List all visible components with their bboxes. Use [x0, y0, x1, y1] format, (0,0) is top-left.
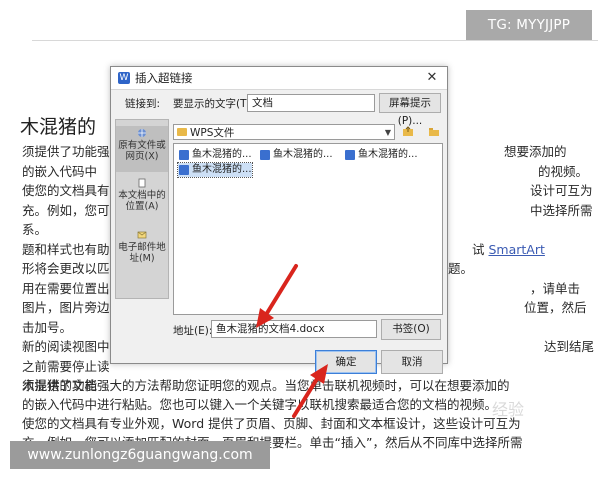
body-text: 试: [472, 241, 485, 257]
body-line: 中选择所需: [530, 202, 593, 218]
folder-name: WPS文件: [190, 127, 235, 139]
body-line: 想要添加的: [504, 144, 567, 159]
document-heading: 木混猪的: [20, 116, 97, 138]
link-to-label: 链接到:: [125, 98, 161, 110]
corner-watermark: 经验: [492, 400, 525, 419]
folder-icon: [177, 128, 187, 136]
screen-tip-button[interactable]: 屏幕提示(P)...: [379, 93, 441, 127]
wps-app-icon: W: [118, 72, 130, 84]
smartart-link[interactable]: SmartArt: [489, 242, 545, 257]
file-item-selected[interactable]: 鱼木混猪的...: [177, 162, 253, 178]
address-label: 地址(E):: [173, 325, 213, 337]
body-line: ，请单击: [530, 280, 581, 296]
body-line: 的视频。: [538, 163, 589, 179]
mail-icon: [137, 231, 147, 239]
file-item[interactable]: 鱼木混猪的...: [178, 148, 252, 162]
word-file-icon: [260, 150, 270, 160]
display-text-label: 要显示的文字(T):: [173, 98, 255, 110]
bookmark-button[interactable]: 书签(O): [381, 319, 441, 340]
document-icon: [138, 178, 146, 188]
body-line: 设计可互为: [530, 183, 593, 198]
body-line: 达到结尾: [544, 339, 595, 354]
nav-existing-file[interactable]: 原有文件或网页(X): [116, 126, 168, 172]
chevron-down-icon: ▼: [384, 128, 391, 137]
file-name: 鱼木混猪的...: [273, 149, 333, 160]
nav-existing-file-label: 原有文件或网页(X): [118, 140, 166, 162]
word-file-icon: [345, 150, 355, 160]
link-target-panel: 原有文件或网页(X) 本文档中的位置(A) 电子邮件地址(M): [115, 119, 169, 299]
arrow-to-address-icon: [256, 264, 298, 328]
document-body-right: 想要添加的 的视频。 设计可互为 中选择所需 试 SmartArt 题。 ，请单…: [448, 142, 600, 357]
file-item[interactable]: 鱼木混猪的...: [344, 148, 418, 162]
nav-email-address-label: 电子邮件地址(M): [118, 242, 166, 264]
file-item[interactable]: 鱼木混猪的...: [259, 148, 333, 162]
display-text-field[interactable]: 文档: [247, 94, 375, 112]
nav-document-place[interactable]: 本文档中的位置(A): [116, 178, 168, 222]
body-line: 题。: [448, 261, 474, 276]
browse-folder-icon[interactable]: [427, 125, 441, 139]
up-folder-icon[interactable]: [401, 125, 415, 139]
nav-document-place-label: 本文档中的位置(A): [118, 190, 166, 212]
body-line: 位置，然后: [524, 300, 587, 315]
folder-dropdown[interactable]: WPS文件 ▼: [173, 124, 395, 140]
file-name: 鱼木混猪的...: [192, 164, 252, 175]
page-top-rule: [32, 40, 598, 41]
nav-email-address[interactable]: 电子邮件地址(M): [116, 230, 168, 274]
smartart-line: 试 SmartArt: [448, 240, 600, 260]
body-line: [448, 318, 600, 338]
close-icon[interactable]: ✕: [423, 69, 441, 87]
file-name: 鱼木混猪的...: [358, 149, 418, 160]
dialog-title: 插入超链接: [135, 71, 193, 85]
globe-icon: [138, 129, 146, 137]
file-name: 鱼木混猪的...: [192, 149, 252, 160]
dialog-titlebar[interactable]: W 插入超链接 ✕: [111, 67, 447, 90]
url-watermark: www.zunlongz6guangwang.com: [10, 441, 270, 469]
cancel-button[interactable]: 取消: [381, 350, 443, 374]
body-line: [448, 220, 600, 240]
arrow-to-ok-icon: [292, 364, 328, 418]
word-file-icon: [179, 150, 189, 160]
tg-watermark: TG: MYYJJPP: [466, 10, 592, 40]
word-file-icon: [179, 165, 189, 175]
